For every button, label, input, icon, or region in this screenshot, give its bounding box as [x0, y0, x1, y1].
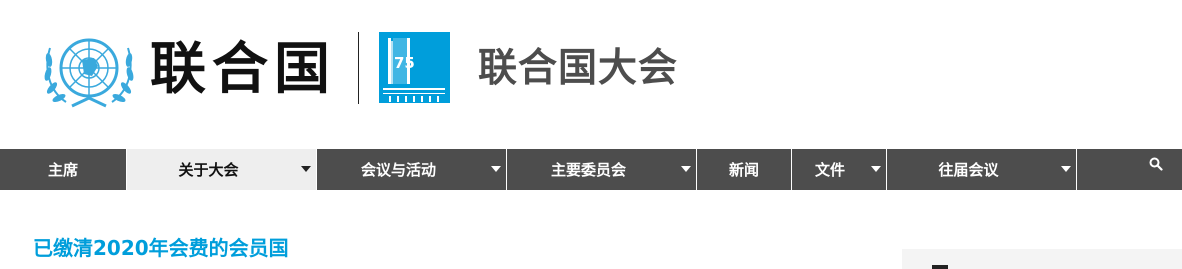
nav-item-label: 主席	[47, 161, 78, 179]
un75-logo-icon: 75	[383, 38, 445, 102]
nav-item-past-sessions[interactable]: 往届会议	[887, 149, 1077, 190]
page-title: 已缴清2020年会费的会员国	[33, 236, 289, 260]
caret-down-icon	[1061, 166, 1071, 172]
nav-item-label: 文件	[814, 161, 845, 179]
nav-item-about[interactable]: 关于大会	[127, 149, 317, 190]
nav-item-meetings[interactable]: 会议与活动	[317, 149, 507, 190]
nav-item-label: 新闻	[728, 161, 759, 179]
nav-item-committees[interactable]: 主要委员会	[507, 149, 697, 190]
caret-down-icon	[301, 166, 311, 172]
ga-logo-number: 75	[394, 54, 415, 72]
caret-down-icon	[491, 166, 501, 172]
nav-item-label: 关于大会	[178, 161, 239, 179]
nav-item-documents[interactable]: 文件	[792, 149, 887, 190]
nav-item-label: 会议与活动	[360, 161, 436, 179]
sidebar-panel	[902, 249, 1182, 269]
panel-heading-fragment	[932, 265, 948, 269]
main-nav: 主席 关于大会 会议与活动 主要委员会 新闻 文件 往届会议	[0, 149, 1182, 190]
nav-item-news[interactable]: 新闻	[697, 149, 792, 190]
nav-item-president[interactable]: 主席	[0, 149, 127, 190]
nav-item-label: 往届会议	[938, 161, 999, 179]
un-emblem-icon[interactable]	[42, 28, 136, 112]
search-button[interactable]	[1077, 149, 1182, 190]
caret-down-icon	[871, 166, 881, 172]
nav-item-label: 主要委员会	[550, 161, 626, 179]
un-wordmark[interactable]: 联合国	[150, 34, 336, 106]
site-header: 联合国 75 联合国大会	[0, 0, 1182, 148]
header-divider	[358, 32, 359, 104]
caret-down-icon	[681, 166, 691, 172]
search-icon[interactable]	[1149, 157, 1163, 171]
site-title[interactable]: 联合国大会	[478, 46, 678, 92]
ga-75-logo[interactable]: 75	[379, 32, 450, 103]
